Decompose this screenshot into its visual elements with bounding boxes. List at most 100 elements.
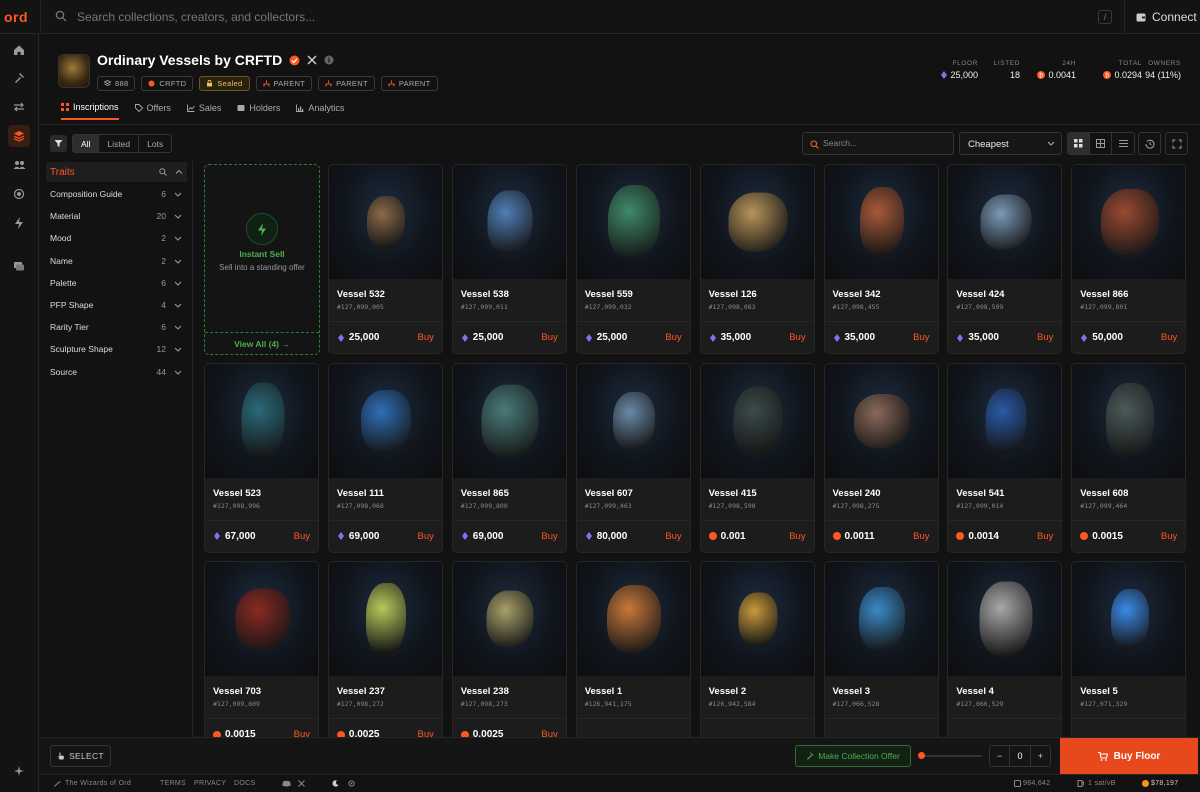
buy-button[interactable]: Buy <box>1161 531 1177 542</box>
home-nav[interactable] <box>8 39 30 61</box>
inscription-card[interactable]: Vessel 5 #127,071,329 <box>1071 561 1187 737</box>
trait-row[interactable]: Rarity Tier 6 <box>50 322 182 336</box>
buy-button[interactable]: Buy <box>418 531 434 542</box>
footer-terms-link[interactable]: TERMS <box>160 780 186 787</box>
inscription-image[interactable] <box>452 562 566 676</box>
buy-button[interactable]: Buy <box>789 332 805 343</box>
inscription-image[interactable] <box>1072 363 1186 478</box>
buy-button[interactable]: Buy <box>294 531 310 542</box>
inscription-image[interactable] <box>328 363 442 478</box>
quantity-decrement-button[interactable]: − <box>990 746 1009 766</box>
buy-button[interactable]: Buy <box>1037 531 1053 542</box>
trait-row[interactable]: Palette 6 <box>50 278 182 292</box>
sweep-quantity-slider[interactable] <box>918 752 982 759</box>
tools-nav[interactable] <box>8 67 30 89</box>
inscription-image[interactable] <box>700 165 814 279</box>
discord-icon[interactable] <box>282 780 291 787</box>
trait-row[interactable]: Mood 2 <box>50 233 182 247</box>
tab-offers[interactable]: Offers <box>134 102 171 120</box>
inscription-card[interactable]: Vessel 237 #127,098,272 0.0025 Buy <box>327 561 443 737</box>
inscription-card[interactable]: Vessel 1 #126,941,175 <box>575 561 691 737</box>
footer-docs-link[interactable]: DOCS <box>234 780 255 787</box>
inscription-card[interactable]: Vessel 342 #127,098,455 35,000 Buy <box>823 164 939 354</box>
inscription-card[interactable]: Vessel 523 #127,098,996 67,000 Buy <box>204 362 319 553</box>
inscription-image[interactable] <box>576 363 690 478</box>
inscription-image[interactable] <box>576 562 690 676</box>
quantity-increment-button[interactable]: + <box>1031 746 1050 766</box>
buy-button[interactable]: Buy <box>294 729 310 737</box>
trait-row[interactable]: PFP Shape 4 <box>50 300 182 314</box>
view-grid-large-button[interactable] <box>1090 133 1112 154</box>
inscription-card[interactable]: Vessel 608 #127,099,464 0.0015 Buy <box>1071 362 1187 553</box>
activity-nav[interactable] <box>8 212 30 234</box>
portfolio-nav[interactable] <box>8 255 30 277</box>
moon-icon[interactable] <box>332 780 339 787</box>
inscription-card[interactable]: Vessel 240 #127,098,275 0.0011 Buy <box>823 362 939 553</box>
tab-analytics[interactable]: Analytics <box>296 102 344 120</box>
inscription-card[interactable]: Vessel 538 #127,099,011 25,000 Buy <box>451 164 567 354</box>
parent-badge[interactable]: PARENT <box>380 76 438 91</box>
buy-floor-button[interactable]: Buy Floor <box>1060 738 1198 775</box>
inscription-card[interactable]: Vessel 2 #126,942,584 <box>699 561 815 737</box>
buy-button[interactable]: Buy <box>541 332 557 343</box>
inscription-card[interactable]: Vessel 607 #127,099,463 80,000 Buy <box>575 362 691 553</box>
x-social-icon[interactable] <box>307 55 317 65</box>
sort-select[interactable]: Cheapest <box>959 132 1062 155</box>
trait-row[interactable]: Source 44 <box>50 367 182 381</box>
inscription-card[interactable]: Vessel 126 #127,098,083 35,000 Buy <box>699 164 815 354</box>
inscription-image[interactable] <box>452 363 566 478</box>
inscription-image[interactable] <box>948 363 1062 478</box>
trait-row[interactable]: Material 20 <box>50 211 182 225</box>
swap-nav[interactable] <box>8 96 30 118</box>
traits-header[interactable]: Traits <box>46 162 187 182</box>
buy-button[interactable]: Buy <box>541 729 557 737</box>
connect-wallet-button[interactable]: Connect <box>1136 10 1197 24</box>
inscription-card[interactable]: Vessel 415 #127,098,590 0.001 Buy <box>699 362 815 553</box>
magic-nav[interactable] <box>8 760 30 782</box>
inscription-image[interactable] <box>700 363 814 478</box>
inscription-card[interactable]: Vessel 559 #127,099,032 25,000 Buy <box>575 164 691 354</box>
tab-sales[interactable]: Sales <box>186 102 221 120</box>
inscription-card[interactable]: Vessel 865 #127,099,800 69,000 Buy <box>451 362 567 553</box>
inscription-card[interactable]: Vessel 532 #127,099,005 25,000 Buy <box>327 164 443 354</box>
view-all-offers-link[interactable]: View All (4) → <box>205 339 319 349</box>
tab-inscriptions[interactable]: Inscriptions <box>61 102 119 120</box>
inscription-image[interactable] <box>328 165 442 279</box>
inscription-image[interactable] <box>205 562 318 676</box>
settings-icon[interactable] <box>348 780 355 787</box>
radar-nav[interactable] <box>8 183 30 205</box>
parent-badge[interactable]: PARENT <box>318 76 375 91</box>
inscription-image[interactable] <box>948 562 1062 676</box>
segment-lots[interactable]: Lots <box>139 135 171 152</box>
make-collection-offer-button[interactable]: Make Collection Offer <box>795 745 911 767</box>
inscription-image[interactable] <box>948 165 1062 279</box>
global-search-input[interactable] <box>77 8 1037 26</box>
inscription-card[interactable]: Vessel 4 #127,066,529 <box>947 561 1063 737</box>
inscription-image[interactable] <box>824 165 938 279</box>
buy-button[interactable]: Buy <box>418 332 434 343</box>
search-icon[interactable] <box>159 168 167 176</box>
footer-privacy-link[interactable]: PRIVACY <box>194 780 226 787</box>
buy-button[interactable]: Buy <box>789 531 805 542</box>
slider-knob[interactable] <box>918 752 925 759</box>
buy-button[interactable]: Buy <box>913 332 929 343</box>
community-nav[interactable] <box>8 154 30 176</box>
ord-logo[interactable]: ord <box>4 9 28 25</box>
buy-button[interactable]: Buy <box>1161 332 1177 343</box>
trait-row[interactable]: Sculpture Shape 12 <box>50 344 182 358</box>
buy-button[interactable]: Buy <box>665 531 681 542</box>
chevron-up-icon[interactable] <box>175 168 183 176</box>
inscription-card[interactable]: Vessel 111 #127,098,068 69,000 Buy <box>327 362 443 553</box>
collections-nav[interactable] <box>8 125 30 147</box>
footer-brand-link[interactable]: The Wizards of Ord <box>65 780 131 787</box>
fullscreen-button[interactable] <box>1165 132 1188 155</box>
select-mode-button[interactable]: SELECT <box>50 745 111 767</box>
inscription-image[interactable] <box>700 562 814 676</box>
tab-holders[interactable]: Holders <box>237 102 280 120</box>
creator-badge[interactable]: CRFTD <box>141 76 194 91</box>
inscription-card[interactable]: Vessel 3 #127,066,528 <box>823 561 939 737</box>
segment-all[interactable]: All <box>73 135 100 152</box>
inscription-image[interactable] <box>1072 165 1186 279</box>
x-social-icon[interactable] <box>298 780 305 787</box>
trait-row[interactable]: Composition Guide 6 <box>50 189 182 203</box>
